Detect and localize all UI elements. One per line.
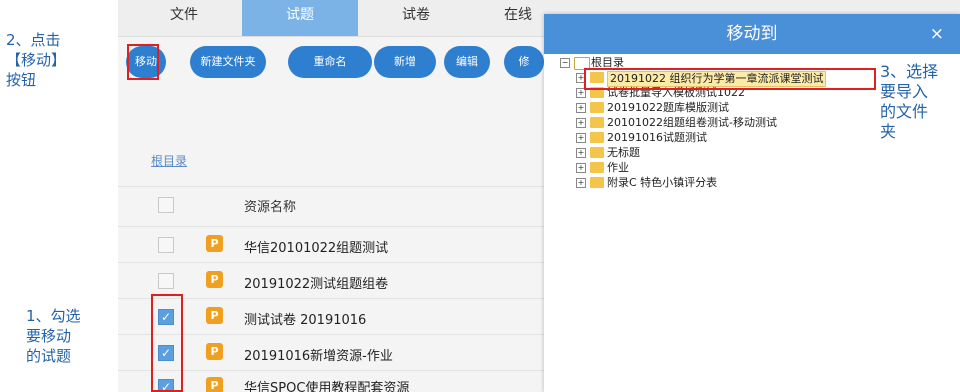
tree-folder-label: 20191022题库模版测试	[607, 101, 729, 114]
annotation-line: 的试题	[26, 347, 72, 365]
select-all-checkbox[interactable]	[158, 197, 174, 213]
tab-online[interactable]: 在线	[488, 0, 548, 36]
folder-icon	[590, 177, 604, 188]
tab-questions[interactable]: 试题	[242, 0, 358, 36]
tree-folder-label: 附录C 特色小镇评分表	[607, 176, 718, 189]
annotation-line: 夹	[880, 122, 897, 141]
folder-icon	[590, 132, 604, 143]
highlight-target-folder	[584, 68, 876, 90]
tree-folder-label: 无标题	[607, 146, 640, 159]
annotation-step1: 1、勾选 要移动 的试题	[26, 306, 81, 366]
question-icon: P	[206, 343, 223, 360]
tab-papers[interactable]: 试卷	[366, 0, 466, 36]
dialog-header: 移动到 ×	[544, 14, 960, 54]
expand-icon[interactable]: +	[576, 133, 586, 143]
question-icon: P	[206, 235, 223, 252]
annotation-line: 按钮	[6, 71, 37, 89]
expand-icon[interactable]: +	[576, 148, 586, 158]
row-checkbox[interactable]	[158, 237, 174, 253]
tree-folder-label: 20101022组题组卷测试-移动测试	[607, 116, 777, 129]
row-name: 测试试卷 20191016	[244, 313, 367, 328]
highlight-checked-rows	[151, 294, 183, 392]
question-icon: P	[206, 377, 223, 392]
question-icon: P	[206, 271, 223, 288]
more-button[interactable]: 修	[504, 46, 544, 78]
highlight-move-button	[127, 44, 159, 80]
add-button[interactable]: 新增	[374, 46, 436, 78]
tree-folder-label: 20191016试题测试	[607, 131, 707, 144]
annotation-step3: 3、选择 要导入 的文件 夹	[880, 62, 938, 142]
dialog-title: 移动到	[726, 24, 778, 44]
expand-icon[interactable]: +	[576, 163, 586, 173]
annotation-line: 要导入	[880, 82, 929, 101]
annotation-step2: 2、点击 【移动】 按钮	[6, 30, 66, 90]
annotation-line: 【移动】	[6, 51, 67, 69]
expand-icon[interactable]: +	[576, 103, 586, 113]
row-name: 20191016新增资源-作业	[244, 349, 393, 364]
column-header-name: 资源名称	[244, 200, 297, 215]
edit-button[interactable]: 编辑	[444, 46, 490, 78]
annotation-line: 3、选择	[880, 62, 939, 81]
question-icon: P	[206, 307, 223, 324]
row-checkbox[interactable]	[158, 273, 174, 289]
collapse-icon[interactable]: −	[560, 58, 570, 68]
breadcrumb-root[interactable]: 根目录	[151, 152, 187, 169]
annotation-line: 的文件	[880, 102, 929, 121]
rename-button[interactable]: 重命名	[288, 46, 372, 78]
close-icon[interactable]: ×	[930, 14, 944, 54]
row-name: 华信SPOC使用教程配套资源	[244, 381, 410, 392]
tree-folder-label: 作业	[607, 161, 629, 174]
expand-icon[interactable]: +	[576, 118, 586, 128]
folder-icon	[590, 117, 604, 128]
row-name: 20191022测试组题组卷	[244, 277, 389, 292]
annotation-line: 2、点击	[6, 31, 61, 49]
folder-icon	[590, 147, 604, 158]
new-folder-button[interactable]: 新建文件夹	[190, 46, 266, 78]
annotation-line: 1、勾选	[26, 307, 81, 325]
folder-icon	[590, 162, 604, 173]
row-name: 华信20101022组题测试	[244, 241, 389, 256]
annotation-line: 要移动	[26, 327, 72, 345]
expand-icon[interactable]: +	[576, 178, 586, 188]
tab-files[interactable]: 文件	[146, 0, 222, 36]
folder-icon	[590, 102, 604, 113]
